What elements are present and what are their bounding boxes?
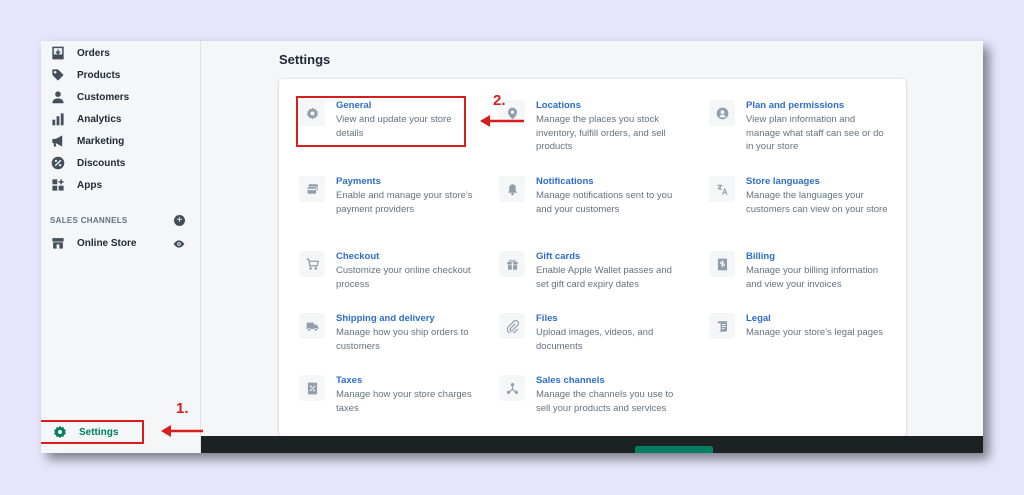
setting-title: Checkout <box>336 251 380 262</box>
setting-description: Enable Apple Wallet passes and set gift … <box>536 265 672 290</box>
sidebar-item-label: Analytics <box>77 113 122 125</box>
setting-title: Locations <box>536 100 581 111</box>
setting-description: Upload images, videos, and documents <box>536 327 654 352</box>
arrow-left-annotation-2 <box>480 115 524 127</box>
user-circle-icon <box>709 100 735 126</box>
setting-description: Customize your online checkout process <box>336 265 471 290</box>
setting-plan-and-permissions[interactable]: Plan and permissions View plan informati… <box>709 100 899 160</box>
sidebar-item-label: Products <box>77 69 121 81</box>
truck-icon <box>299 313 325 339</box>
setting-billing[interactable]: Billing Manage your billing information … <box>709 251 899 311</box>
setting-general[interactable]: General View and update your store detai… <box>299 100 489 160</box>
paperclip-icon <box>499 313 525 339</box>
sidebar-item-analytics[interactable]: Analytics <box>51 110 121 128</box>
bell-icon <box>499 176 525 202</box>
gear-icon <box>54 425 66 439</box>
gear-icon <box>299 100 325 126</box>
sidebar-item-customers[interactable]: Customers <box>51 88 129 106</box>
step-2-annotation: 2. <box>493 92 506 109</box>
sidebar-item-label: Apps <box>77 179 102 191</box>
step-1-annotation: 1. <box>176 400 189 417</box>
billing-icon <box>709 251 735 277</box>
app-window: Orders Products Customers Analytics Mark… <box>41 41 983 453</box>
setting-title: Plan and permissions <box>746 100 845 111</box>
settings-card: General View and update your store detai… <box>279 79 906 436</box>
legal-icon <box>709 313 735 339</box>
setting-title: Sales channels <box>536 375 605 386</box>
setting-title: Store languages <box>746 176 820 187</box>
eye-icon[interactable] <box>173 237 185 249</box>
sales-channels-heading: SALES CHANNELS <box>50 216 128 225</box>
setting-description: Manage the places you stock inventory, f… <box>536 114 666 152</box>
page-title: Settings <box>279 52 331 67</box>
tax-icon <box>299 375 325 401</box>
store-icon <box>51 236 65 250</box>
setting-legal[interactable]: Legal Manage your store's legal pages <box>709 313 899 373</box>
gift-icon <box>499 251 525 277</box>
setting-notifications[interactable]: Notifications Manage notifications sent … <box>499 176 689 236</box>
setting-files[interactable]: Files Upload images, videos, and documen… <box>499 313 689 373</box>
sidebar-item-apps[interactable]: Apps <box>51 176 102 194</box>
setting-title: Shipping and delivery <box>336 313 435 324</box>
sidebar-item-label: Marketing <box>77 135 125 147</box>
setting-description: Manage how you ship orders to customers <box>336 327 469 352</box>
setting-description: Manage notifications sent to you and you… <box>536 190 673 215</box>
sidebar-item-marketing[interactable]: Marketing <box>51 132 124 150</box>
cart-icon <box>299 251 325 277</box>
setting-taxes[interactable]: Taxes Manage how your store charges taxe… <box>299 375 489 435</box>
discount-icon <box>51 156 65 170</box>
sidebar-item-products[interactable]: Products <box>51 66 120 84</box>
setting-description: Manage how your store charges taxes <box>336 389 472 414</box>
setting-description: Manage the languages your customers can … <box>746 190 888 215</box>
setting-shipping-and-delivery[interactable]: Shipping and delivery Manage how you shi… <box>299 313 489 373</box>
sales-channels-icon <box>499 375 525 401</box>
main-content: Settings General View and update your st… <box>201 41 983 453</box>
setting-description: Enable and manage your store's payment p… <box>336 190 473 215</box>
save-button[interactable] <box>635 446 713 453</box>
sidebar-item-settings[interactable]: Settings <box>41 420 144 444</box>
credit-card-icon <box>299 176 325 202</box>
setting-title: Notifications <box>536 176 594 187</box>
setting-description: Manage the channels you use to sell your… <box>536 389 674 414</box>
tag-icon <box>51 68 65 82</box>
settings-label: Settings <box>79 426 119 438</box>
setting-checkout[interactable]: Checkout Customize your online checkout … <box>299 251 489 311</box>
apps-icon <box>51 178 65 192</box>
bottom-bar <box>201 436 983 453</box>
arrow-left-annotation-1 <box>161 425 203 437</box>
setting-description: View and update your store details <box>336 114 452 139</box>
setting-title: Files <box>536 313 558 324</box>
orders-icon <box>51 46 65 60</box>
setting-locations[interactable]: Locations Manage the places you stock in… <box>499 100 689 160</box>
sidebar-item-discounts[interactable]: Discounts <box>51 154 125 172</box>
sidebar-item-orders[interactable]: Orders <box>51 44 110 62</box>
setting-description: View plan information and manage what st… <box>746 114 884 152</box>
setting-title: General <box>336 100 372 111</box>
setting-store-languages[interactable]: Store languages Manage the languages you… <box>709 176 899 236</box>
person-icon <box>51 90 65 104</box>
setting-title: Payments <box>336 176 381 187</box>
setting-description: Manage your store's legal pages <box>746 327 884 338</box>
sidebar-item-label: Orders <box>77 47 110 59</box>
add-sales-channel-button[interactable]: + <box>174 215 185 226</box>
sidebar-item-label: Discounts <box>77 157 126 169</box>
setting-title: Legal <box>746 313 771 324</box>
setting-title: Taxes <box>336 375 363 386</box>
setting-payments[interactable]: Payments Enable and manage your store's … <box>299 176 489 236</box>
setting-title: Billing <box>746 251 776 262</box>
setting-description: Manage your billing information and view… <box>746 265 879 290</box>
setting-sales-channels[interactable]: Sales channels Manage the channels you u… <box>499 375 689 435</box>
bar-chart-icon <box>51 112 65 126</box>
sidebar-item-label: Online Store <box>77 237 137 249</box>
sidebar-item-label: Customers <box>77 91 130 103</box>
sidebar-item-online-store[interactable]: Online Store <box>51 234 136 252</box>
megaphone-icon <box>51 134 65 148</box>
setting-title: Gift cards <box>536 251 581 262</box>
translate-icon <box>709 176 735 202</box>
sidebar: Orders Products Customers Analytics Mark… <box>41 41 201 453</box>
setting-gift-cards[interactable]: Gift cards Enable Apple Wallet passes an… <box>499 251 689 311</box>
